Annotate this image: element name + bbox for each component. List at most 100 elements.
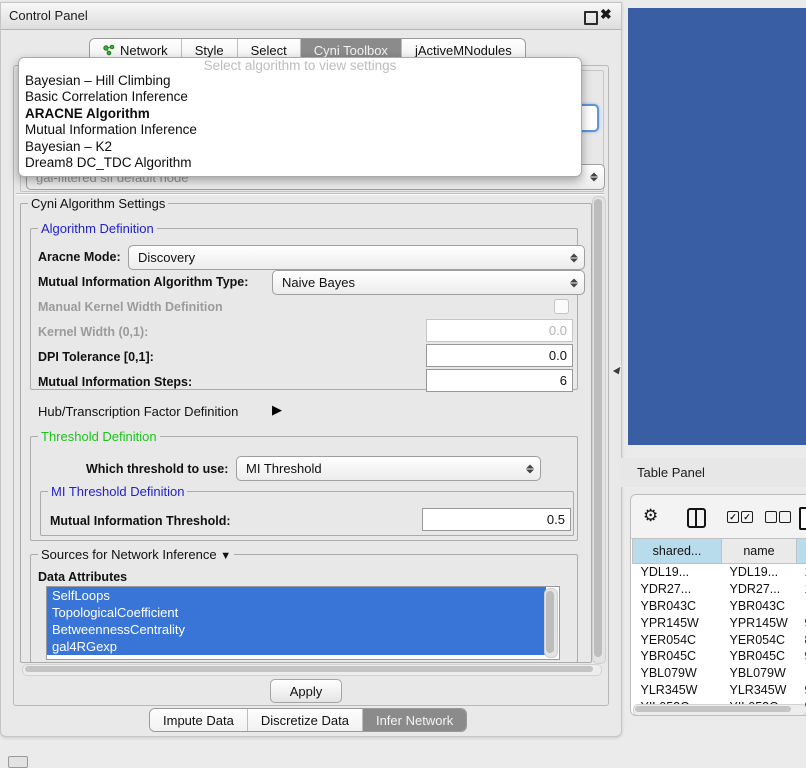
tab-infer-network[interactable]: Infer Network bbox=[363, 709, 466, 731]
algorithm-option[interactable]: Bayesian – Hill Climbing bbox=[19, 73, 581, 89]
table-row[interactable]: YPR145WYPR145W9. bbox=[633, 614, 806, 631]
table-cell[interactable]: YER054C bbox=[633, 631, 722, 648]
gear-icon[interactable]: ⚙ bbox=[643, 506, 658, 526]
dpi-tolerance-field[interactable]: 0.0 bbox=[426, 344, 573, 367]
algorithm-definition-title: Algorithm Definition bbox=[38, 221, 157, 236]
manual-kernel-checkbox[interactable] bbox=[554, 299, 569, 314]
table-cell[interactable]: 9. bbox=[797, 682, 806, 699]
data-attributes-list[interactable]: SelfLoops TopologicalCoefficient Between… bbox=[46, 586, 560, 660]
table-cell[interactable] bbox=[797, 665, 806, 682]
table-cell[interactable]: 9. bbox=[797, 648, 806, 665]
table-horizontal-scrollbar[interactable] bbox=[633, 704, 806, 716]
algorithm-option[interactable]: Basic Correlation Inference bbox=[19, 89, 581, 105]
table-cell[interactable]: 8. bbox=[797, 631, 806, 648]
split-columns-icon[interactable] bbox=[687, 508, 706, 528]
aracne-mode-combo[interactable]: Discovery bbox=[128, 245, 585, 270]
table-row[interactable]: YBR045CYBR045C9. bbox=[633, 648, 806, 665]
column-header[interactable]: name bbox=[722, 539, 797, 564]
table-cell[interactable]: YBL079W bbox=[722, 665, 797, 682]
settings-vertical-scrollbar[interactable] bbox=[592, 196, 606, 664]
algorithm-option[interactable]: Bayesian – K2 bbox=[19, 139, 581, 155]
mi-steps-label: Mutual Information Steps: bbox=[38, 375, 192, 389]
table-cell[interactable]: YDR27... bbox=[722, 581, 797, 598]
scrollbar-thumb[interactable] bbox=[25, 666, 593, 672]
table-row[interactable]: YLR345WYLR345W9. bbox=[633, 682, 806, 699]
table-cell[interactable]: YBR043C bbox=[633, 598, 722, 615]
table-cell[interactable]: YBR045C bbox=[633, 648, 722, 665]
table-cell[interactable]: YER054C bbox=[722, 631, 797, 648]
algorithm-option[interactable]: Mutual Information Inference bbox=[19, 122, 581, 138]
settings-horizontal-scrollbar[interactable] bbox=[22, 664, 602, 676]
unchecked-checkbox-icon[interactable] bbox=[779, 511, 791, 523]
table-cell[interactable]: YLR345W bbox=[722, 682, 797, 699]
scrollbar-thumb[interactable] bbox=[635, 706, 791, 712]
mi-type-label: Mutual Information Algorithm Type: bbox=[38, 275, 248, 289]
combo-arrows-icon bbox=[590, 173, 598, 182]
which-threshold-combo[interactable]: MI Threshold bbox=[236, 456, 541, 481]
checked-checkbox-icon[interactable]: ✓ bbox=[741, 511, 753, 523]
table-panel: ⚙ ✓ ✓ shared...name YDL19...YDL19...13YD… bbox=[630, 494, 806, 716]
list-item[interactable]: SelfLoops bbox=[47, 587, 546, 604]
table-cell[interactable]: YBR043C bbox=[722, 598, 797, 615]
table-cell[interactable]: YPR145W bbox=[633, 614, 722, 631]
close-icon[interactable]: ✖ bbox=[600, 6, 612, 23]
node-table: shared...name YDL19...YDL19...13YDR27...… bbox=[632, 538, 806, 715]
panel-title: Control Panel bbox=[9, 8, 88, 23]
cyni-bottom-tabs: Impute Data Discretize Data Infer Networ… bbox=[149, 708, 467, 732]
algorithm-option-selected[interactable]: ARACNE Algorithm bbox=[19, 106, 581, 122]
table-cell[interactable]: YPR145W bbox=[722, 614, 797, 631]
combo-arrows-icon bbox=[570, 278, 578, 287]
table-row[interactable]: YBR043CYBR043C bbox=[633, 598, 806, 615]
table-cell[interactable]: YDL19... bbox=[722, 564, 797, 581]
attr-list-scrollbar[interactable] bbox=[544, 588, 558, 658]
aracne-mode-label: Aracne Mode: bbox=[38, 250, 121, 264]
mi-steps-field[interactable]: 6 bbox=[426, 369, 573, 392]
hub-definition-label: Hub/Transcription Factor Definition bbox=[38, 404, 238, 419]
list-item[interactable]: TopologicalCoefficient bbox=[47, 604, 546, 621]
table-cell[interactable]: YDR27... bbox=[633, 581, 722, 598]
list-item[interactable]: BetweennessCentrality bbox=[47, 621, 546, 638]
collapse-arrow-icon[interactable]: ▼ bbox=[220, 550, 231, 562]
threshold-definition-title: Threshold Definition bbox=[38, 429, 160, 444]
unchecked-checkbox-icon[interactable] bbox=[765, 511, 777, 523]
table-panel-bar: Table Panel bbox=[620, 458, 806, 487]
table-row[interactable]: YDL19...YDL19...13 bbox=[633, 564, 806, 581]
page-icon[interactable] bbox=[799, 507, 806, 530]
expand-arrow-icon[interactable]: ▶ bbox=[272, 402, 282, 418]
mouse-cursor bbox=[611, 365, 623, 377]
table-cell[interactable]: YDL19... bbox=[633, 564, 722, 581]
tab-label: Network bbox=[120, 43, 168, 58]
table-cell[interactable]: YLR345W bbox=[633, 682, 722, 699]
list-item[interactable]: gal4RGexp bbox=[47, 638, 546, 655]
data-attributes-label: Data Attributes bbox=[38, 570, 127, 584]
table-row[interactable]: YDR27...YDR27...12 bbox=[633, 581, 806, 598]
network-view-frame: GALGAL80GAL10GAL1GAL11SWI4GAL4GCY1HAP4YH… bbox=[628, 8, 806, 445]
column-header[interactable] bbox=[797, 539, 806, 564]
table-cell[interactable]: YBL079W bbox=[633, 665, 722, 682]
scrollbar-thumb[interactable] bbox=[594, 199, 602, 657]
mi-type-combo[interactable]: Naive Bayes bbox=[272, 270, 585, 295]
table-cell[interactable]: YBR045C bbox=[722, 648, 797, 665]
checked-checkbox-icon[interactable]: ✓ bbox=[727, 511, 739, 523]
table-cell[interactable] bbox=[797, 598, 806, 615]
tab-impute-data[interactable]: Impute Data bbox=[150, 709, 248, 731]
table-toolbar: ⚙ ✓ ✓ bbox=[631, 495, 806, 539]
column-header[interactable]: shared... bbox=[633, 539, 722, 564]
table-cell[interactable]: 13 bbox=[797, 564, 806, 581]
manual-kernel-label: Manual Kernel Width Definition bbox=[38, 300, 223, 314]
mi-threshold-field[interactable]: 0.5 bbox=[422, 508, 571, 531]
float-window-icon[interactable] bbox=[584, 11, 598, 25]
table-row[interactable]: YBL079WYBL079W bbox=[633, 665, 806, 682]
control-panel-titlebar: Control Panel ✖ bbox=[1, 3, 621, 30]
kernel-width-field[interactable]: 0.0 bbox=[426, 319, 573, 342]
bottom-left-chip bbox=[8, 756, 28, 768]
table-cell[interactable]: 12 bbox=[797, 581, 806, 598]
table-cell[interactable]: 9. bbox=[797, 614, 806, 631]
scrollbar-thumb[interactable] bbox=[546, 591, 554, 653]
table-row[interactable]: YER054CYER054C8. bbox=[633, 631, 806, 648]
tab-discretize-data[interactable]: Discretize Data bbox=[248, 709, 363, 731]
apply-button[interactable]: Apply bbox=[270, 679, 342, 703]
dropdown-placeholder: Select algorithm to view settings bbox=[19, 58, 581, 73]
kernel-width-label: Kernel Width (0,1): bbox=[38, 325, 148, 339]
algorithm-option[interactable]: Dream8 DC_TDC Algorithm bbox=[19, 155, 581, 171]
